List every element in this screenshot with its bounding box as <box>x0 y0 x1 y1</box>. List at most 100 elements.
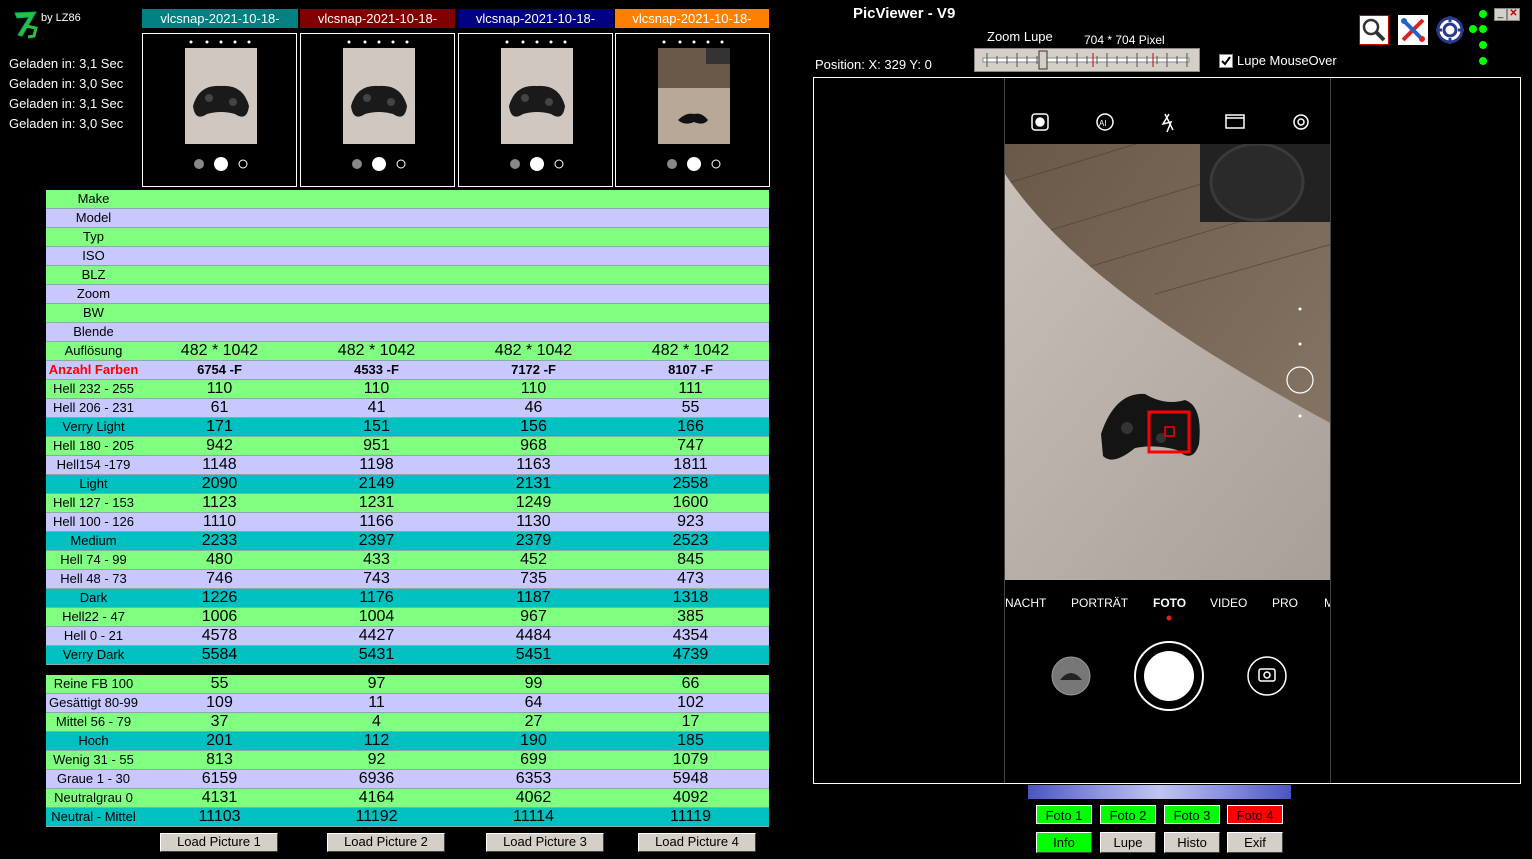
row-value: 4062 <box>455 788 612 808</box>
row-value <box>298 284 455 304</box>
table-row: Hell22 - 47 1006 1004 967 385 <box>46 607 769 627</box>
status-dot-icon <box>1469 25 1477 33</box>
zoom-slider[interactable] <box>974 48 1200 72</box>
histo-button[interactable]: Histo <box>1164 832 1220 853</box>
row-label: Hell 232 - 255 <box>46 379 141 399</box>
row-value <box>141 303 298 323</box>
close-button[interactable]: ✕ <box>1507 8 1520 21</box>
row-value: 746 <box>141 569 298 589</box>
row-value: 110 <box>298 379 455 399</box>
thumbnail-2[interactable] <box>300 33 455 187</box>
row-value: 1163 <box>455 455 612 475</box>
row-value: 699 <box>455 750 612 770</box>
row-value <box>455 265 612 285</box>
row-label: ISO <box>46 246 141 266</box>
table-row: Dark 1226 1176 1187 1318 <box>46 588 769 608</box>
row-value <box>612 208 769 228</box>
load-picture-4-button[interactable]: Load Picture 4 <box>638 833 756 852</box>
row-value: 11114 <box>455 807 612 827</box>
column-header-2: vlcsnap-2021-10-18- <box>300 9 455 28</box>
mode-portraet: PORTRÄT <box>1071 596 1129 610</box>
row-value <box>141 227 298 247</box>
row-value <box>455 284 612 304</box>
camera-toolbar-icons: AI <box>1031 113 1309 133</box>
foto-2-button[interactable]: Foto 2 <box>1100 805 1156 824</box>
row-value <box>141 664 298 675</box>
row-value <box>141 265 298 285</box>
position-readout: Position: X: 329 Y: 0 <box>815 57 932 72</box>
row-value: 2523 <box>612 531 769 551</box>
minimize-button[interactable]: _ <box>1494 8 1507 21</box>
row-label: Neutralgrau 0 <box>46 788 141 808</box>
row-value: 967 <box>455 607 612 627</box>
row-value: 5431 <box>298 645 455 665</box>
row-value: 4533 -F <box>298 360 455 380</box>
thumbnail-3[interactable] <box>458 33 613 187</box>
row-value: 473 <box>612 569 769 589</box>
lupe-mouseover-label: Lupe MouseOver <box>1237 53 1337 68</box>
foto-3-button[interactable]: Foto 3 <box>1164 805 1220 824</box>
row-label: Anzahl Farben <box>46 360 141 380</box>
settings-gear-icon[interactable] <box>1435 15 1465 45</box>
tools-icon[interactable] <box>1398 15 1428 45</box>
row-value: 2233 <box>141 531 298 551</box>
table-row: Mittel 56 - 79 37 4 27 17 <box>46 712 769 732</box>
table-row: Hell 206 - 231 61 41 46 55 <box>46 398 769 418</box>
row-value: 1004 <box>298 607 455 627</box>
row-value <box>298 246 455 266</box>
foto-1-button[interactable]: Foto 1 <box>1036 805 1092 824</box>
row-value: 433 <box>298 550 455 570</box>
row-value <box>141 208 298 228</box>
zoom-lupe-label: Zoom Lupe <box>987 29 1053 44</box>
row-value: 46 <box>455 398 612 418</box>
lupe-mouseover-checkbox[interactable] <box>1219 54 1233 68</box>
row-label: Hell 0 - 21 <box>46 626 141 646</box>
row-label: Graue 1 - 30 <box>46 769 141 789</box>
table-row: Hoch 201 112 190 185 <box>46 731 769 751</box>
thumbnail-4[interactable] <box>615 33 770 187</box>
foto-4-button[interactable]: Foto 4 <box>1227 805 1283 824</box>
row-label: Hell 206 - 231 <box>46 398 141 418</box>
row-label: Neutral - Mittel <box>46 807 141 827</box>
row-value: 151 <box>298 417 455 437</box>
table-row: Hell 74 - 99 480 433 452 845 <box>46 550 769 570</box>
svg-text:AI: AI <box>1099 119 1107 128</box>
row-value: 4739 <box>612 645 769 665</box>
lupe-button[interactable]: Lupe <box>1100 832 1156 853</box>
row-value <box>455 227 612 247</box>
row-label: Auflösung <box>46 341 141 361</box>
table-row: Anzahl Farben 6754 -F 4533 -F 7172 -F 8107 -… <box>46 360 769 380</box>
row-value <box>141 284 298 304</box>
row-value: 110 <box>141 379 298 399</box>
row-value: 2090 <box>141 474 298 494</box>
magnifier-icon[interactable] <box>1359 15 1389 45</box>
row-value: 4354 <box>612 626 769 646</box>
row-value: 171 <box>141 417 298 437</box>
row-label: Model <box>46 208 141 228</box>
load-picture-3-button[interactable]: Load Picture 3 <box>486 833 604 852</box>
info-button[interactable]: Info <box>1036 832 1092 853</box>
table-row: Reine FB 100 55 97 99 66 <box>46 675 769 694</box>
row-value: 11119 <box>612 807 769 827</box>
row-value: 8107 -F <box>612 360 769 380</box>
row-value: 2379 <box>455 531 612 551</box>
row-value: 7172 -F <box>455 360 612 380</box>
row-value: 482 * 1042 <box>455 341 612 361</box>
row-value: 1166 <box>298 512 455 532</box>
preview-image: AI NACHT PORTRÄT FOTO VIDEO PRO M <box>1004 78 1331 783</box>
row-value: 4 <box>298 712 455 732</box>
row-value: 951 <box>298 436 455 456</box>
row-value: 4578 <box>141 626 298 646</box>
load-picture-1-button[interactable]: Load Picture 1 <box>160 833 278 852</box>
mode-video: VIDEO <box>1210 596 1248 610</box>
row-value: 480 <box>141 550 298 570</box>
row-value: 1249 <box>455 493 612 513</box>
row-label: Hell154 -179 <box>46 455 141 475</box>
load-picture-2-button[interactable]: Load Picture 2 <box>327 833 445 852</box>
table-row: BLZ <box>46 265 769 285</box>
app-title: PicViewer - V9 <box>853 5 956 22</box>
exif-button[interactable]: Exif <box>1227 832 1283 853</box>
row-value: 743 <box>298 569 455 589</box>
status-dot-icon <box>1479 57 1487 65</box>
thumbnail-1[interactable] <box>142 33 297 187</box>
